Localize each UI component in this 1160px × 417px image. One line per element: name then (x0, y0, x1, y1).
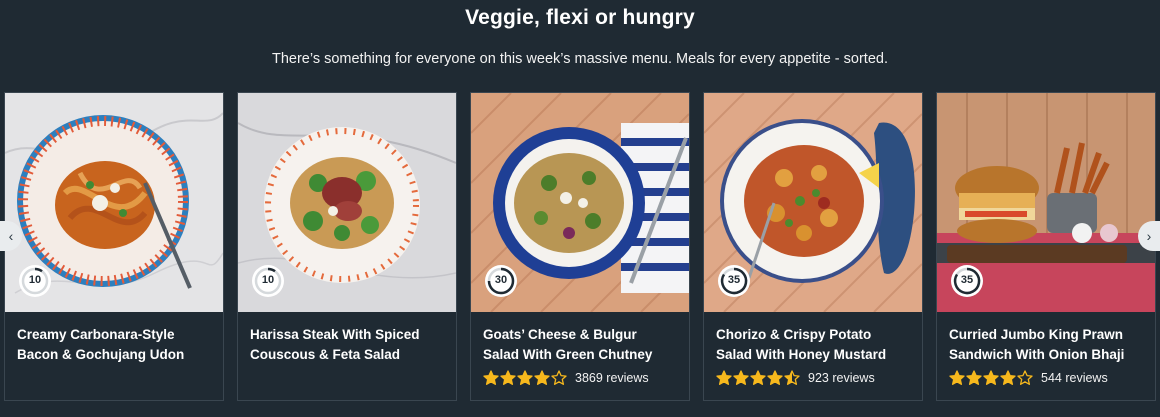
star-icon (1000, 370, 1016, 385)
recipe-rating: 923 reviews (716, 370, 875, 386)
page-subtitle: There’s something for everyone on this w… (271, 51, 888, 67)
recipe-card[interactable]: 35 Curried Jumbo King Prawn Sandwich Wit… (936, 92, 1156, 401)
cooking-time-minutes: 35 (960, 274, 974, 286)
recipe-name[interactable]: Creamy Carbonara-Style Bacon & Gochujang… (17, 325, 215, 365)
star-icon (949, 370, 965, 385)
star-icon (983, 370, 999, 385)
star-icon (483, 370, 499, 385)
cooking-time: 10 (19, 265, 51, 297)
chevron-left-icon: ‹ (8, 228, 14, 244)
star-icon (733, 370, 749, 385)
star-rating (716, 370, 801, 386)
cooking-time: 35 (951, 265, 983, 297)
recipe-card[interactable]: 35 Chorizo & Crispy Potato Salad With Ho… (703, 92, 923, 401)
cooking-time: 30 (485, 265, 517, 297)
star-icon (517, 370, 533, 385)
cooking-time-minutes: 30 (494, 274, 508, 286)
cooking-time: 35 (718, 265, 750, 297)
star-icon (767, 370, 783, 385)
recipe-name[interactable]: Goats’ Cheese & Bulgur Salad With Green … (483, 325, 681, 365)
recipe-rating: 544 reviews (949, 370, 1108, 386)
star-icon (784, 370, 800, 385)
carousel-next-button[interactable]: › (1138, 221, 1160, 251)
recipe-name[interactable]: Chorizo & Crispy Potato Salad With Honey… (716, 325, 914, 365)
review-count: 544 reviews (1041, 371, 1108, 385)
cooking-time-minutes: 10 (28, 274, 42, 286)
chevron-right-icon: › (1146, 228, 1152, 244)
review-count: 3869 reviews (575, 371, 649, 385)
cooking-time: 10 (252, 265, 284, 297)
page-title: Veggie, flexi or hungry (465, 6, 695, 29)
cooking-time-minutes: 10 (261, 274, 275, 286)
recipe-name[interactable]: Curried Jumbo King Prawn Sandwich With O… (949, 325, 1147, 365)
star-icon (966, 370, 982, 385)
star-icon (716, 370, 732, 385)
star-icon (500, 370, 516, 385)
recipe-name[interactable]: Harissa Steak With Spiced Couscous & Fet… (250, 325, 448, 365)
recipe-carousel: 10 Creamy Carbonara-Style Bacon & Gochuj… (0, 92, 1160, 402)
recipe-card[interactable]: 30 Goats’ Cheese & Bulgur Salad With Gre… (470, 92, 690, 401)
star-icon (551, 370, 567, 385)
star-rating (483, 370, 568, 386)
cooking-time-minutes: 35 (727, 274, 741, 286)
star-rating (949, 370, 1034, 386)
star-icon (750, 370, 766, 385)
star-icon (1017, 370, 1033, 385)
recipe-card[interactable]: 10 Harissa Steak With Spiced Couscous & … (237, 92, 457, 401)
recipe-rating: 3869 reviews (483, 370, 649, 386)
star-icon (534, 370, 550, 385)
recipe-card[interactable]: 10 Creamy Carbonara-Style Bacon & Gochuj… (4, 92, 224, 401)
review-count: 923 reviews (808, 371, 875, 385)
